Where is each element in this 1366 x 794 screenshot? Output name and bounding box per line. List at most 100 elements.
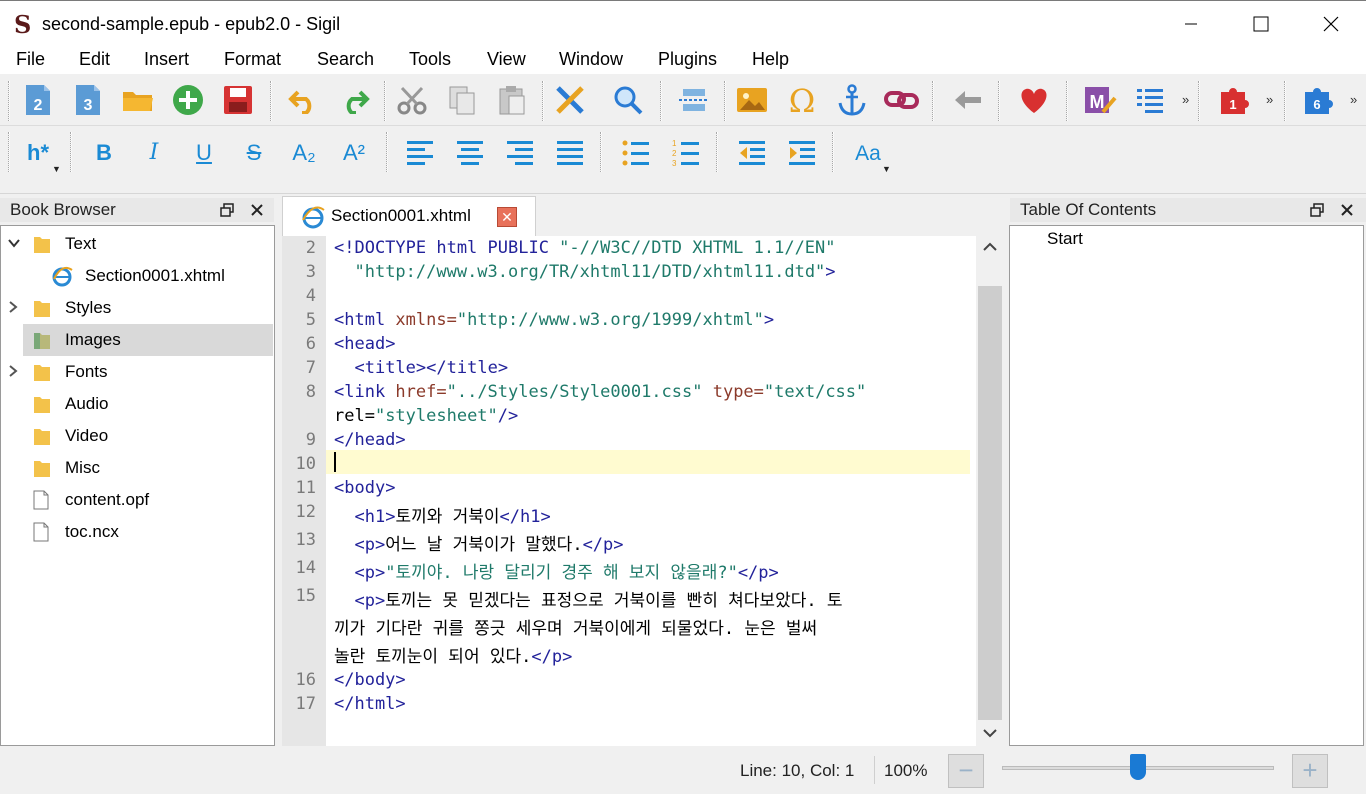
align-left-icon[interactable] [402,135,438,171]
text-case-button[interactable]: Aa [850,142,886,166]
tree-item-misc[interactable]: Misc [1,452,273,484]
tree-item-images[interactable]: Images [23,324,273,356]
align-right-icon[interactable] [502,135,538,171]
tree-item-content-opf[interactable]: content.opf [1,484,273,516]
increase-indent-icon[interactable] [784,135,820,171]
tree-label: content.opf [65,490,150,509]
align-justify-icon[interactable] [552,135,588,171]
anchor-icon[interactable] [834,82,870,118]
zoom-out-button[interactable]: − [948,754,984,788]
back-arrow-icon[interactable] [950,82,986,118]
code-line: rel="stylesheet"/> [334,406,519,426]
tree-item-toc-ncx[interactable]: toc.ncx [1,516,273,548]
menu-tools[interactable]: Tools [409,49,451,70]
numbered-list-icon[interactable]: 123 [668,135,704,171]
tab-section0001[interactable]: Section0001.xhtml ✕ [282,196,536,236]
bullet-list-icon[interactable] [618,135,654,171]
code-line: <p>토끼는 못 믿겠다는 표정으로 거북이를 빤히 쳐다보았다. 토 [354,591,843,611]
toc-icon[interactable] [1132,82,1168,118]
heading-button[interactable]: h* [20,140,56,166]
menu-file[interactable]: File [16,49,45,70]
menu-insert[interactable]: Insert [144,49,189,70]
menu-view[interactable]: View [487,49,526,70]
close-tab-icon[interactable]: ✕ [497,207,517,227]
scroll-up-icon[interactable] [983,242,997,252]
chevron-more-icon[interactable]: » [1266,92,1273,107]
metadata-editor-icon[interactable]: M [1082,82,1118,118]
svg-text:3: 3 [84,97,93,114]
code-line: <h1>토끼와 거북이</h1> [354,507,551,527]
menu-edit[interactable]: Edit [79,49,110,70]
toc-item-start[interactable]: Start [1047,229,1083,249]
book-browser-tree: Text Section0001.xhtml Styles Images Fon… [0,225,275,746]
insert-image-icon[interactable] [734,82,770,118]
tree-item-audio[interactable]: Audio [1,388,273,420]
strikethrough-button[interactable]: S [236,140,272,166]
menu-help[interactable]: Help [752,49,789,70]
svg-text:3: 3 [672,159,677,167]
copy-icon[interactable] [444,82,480,118]
find-icon[interactable] [610,82,646,118]
dropdown-arrow-icon: ▼ [52,164,61,174]
plugin-1-icon[interactable]: 1 [1216,82,1252,118]
close-panel-icon[interactable] [1340,202,1354,222]
tree-item-video[interactable]: Video [1,420,273,452]
svg-text:6: 6 [1313,97,1320,112]
open-folder-icon[interactable] [120,82,156,118]
italic-button[interactable]: I [136,140,172,165]
folder-icon [34,365,50,381]
maximize-button[interactable] [1226,1,1296,47]
chevron-more-icon[interactable]: » [1182,92,1189,107]
redo-icon[interactable] [336,82,372,118]
superscript-button[interactable]: A² [336,140,372,166]
line-number: 11 [295,478,316,498]
tree-item-text[interactable]: Text [1,228,273,260]
menu-plugins[interactable]: Plugins [658,49,717,70]
collapsed-arrow-icon[interactable] [7,300,19,317]
save-icon[interactable] [220,82,256,118]
paste-icon[interactable] [494,82,530,118]
menu-format[interactable]: Format [224,49,281,70]
decrease-indent-icon[interactable] [734,135,770,171]
special-character-icon[interactable]: Ω [784,82,820,118]
toc-header: Table Of Contents [1010,198,1366,222]
menu-window[interactable]: Window [559,49,623,70]
collapsed-arrow-icon[interactable] [7,364,19,381]
plugin-6-icon[interactable]: 6 [1300,82,1336,118]
validate-icon[interactable] [552,82,588,118]
tree-item-fonts[interactable]: Fonts [1,356,273,388]
new-epub3-icon[interactable]: 3 [70,82,106,118]
split-icon[interactable] [676,82,712,118]
vertical-scrollbar[interactable] [978,236,1002,746]
code-editor[interactable]: <!DOCTYPE html PUBLIC "-//W3C//DTD XHTML… [326,236,976,746]
tree-item-styles[interactable]: Styles [1,292,273,324]
minimize-button[interactable] [1156,1,1226,47]
expanded-arrow-icon[interactable] [7,236,21,252]
undo-icon[interactable] [286,82,322,118]
new-epub2-icon[interactable]: 2 [20,82,56,118]
svg-text:1: 1 [672,139,677,148]
heart-icon[interactable] [1016,82,1052,118]
tree-item-section0001[interactable]: Section0001.xhtml [1,260,273,292]
scroll-down-icon[interactable] [983,728,997,738]
cut-icon[interactable] [394,82,430,118]
add-file-icon[interactable] [170,82,206,118]
menu-search[interactable]: Search [317,49,374,70]
float-panel-icon[interactable] [220,202,234,222]
zoom-slider-handle[interactable] [1130,754,1146,780]
close-button[interactable] [1296,1,1366,47]
bold-button[interactable]: B [86,140,122,166]
code-line: </body> [334,670,406,690]
float-panel-icon[interactable] [1310,202,1324,222]
line-number: 13 [295,530,316,550]
align-center-icon[interactable] [452,135,488,171]
line-number: 4 [305,286,316,306]
line-number: 17 [295,694,316,714]
subscript-button[interactable]: A₂ [286,140,322,166]
close-panel-icon[interactable] [250,202,264,222]
link-icon[interactable] [884,82,920,118]
chevron-more-icon[interactable]: » [1350,92,1357,107]
zoom-in-button[interactable]: + [1292,754,1328,788]
underline-button[interactable]: U [186,140,222,166]
scrollbar-thumb[interactable] [978,286,1002,720]
